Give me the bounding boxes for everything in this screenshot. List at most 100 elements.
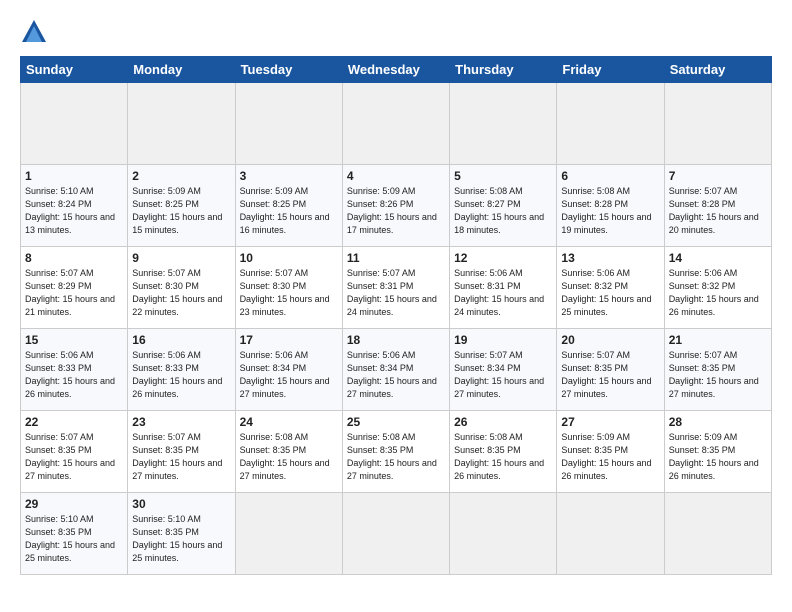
calendar-table: SundayMondayTuesdayWednesdayThursdayFrid… <box>20 56 772 575</box>
day-info: Sunrise: 5:07 AMSunset: 8:30 PMDaylight:… <box>240 267 338 319</box>
day-number: 7 <box>669 169 767 183</box>
day-info: Sunrise: 5:07 AMSunset: 8:28 PMDaylight:… <box>669 185 767 237</box>
calendar-cell: 22Sunrise: 5:07 AMSunset: 8:35 PMDayligh… <box>21 411 128 493</box>
day-info: Sunrise: 5:09 AMSunset: 8:35 PMDaylight:… <box>561 431 659 483</box>
calendar-cell: 10Sunrise: 5:07 AMSunset: 8:30 PMDayligh… <box>235 247 342 329</box>
day-info: Sunrise: 5:06 AMSunset: 8:33 PMDaylight:… <box>25 349 123 401</box>
calendar-cell: 21 Sunrise: 5:07 AMSunset: 8:35 PMDayligh… <box>664 329 771 411</box>
weekday-header-thursday: Thursday <box>450 57 557 83</box>
page: SundayMondayTuesdayWednesdayThursdayFrid… <box>0 0 792 612</box>
day-info: Sunrise: 5:10 AMSunset: 8:35 PMDaylight:… <box>132 513 230 565</box>
day-info: Sunrise: 5:09 AMSunset: 8:25 PMDaylight:… <box>132 185 230 237</box>
weekday-header-saturday: Saturday <box>664 57 771 83</box>
calendar-cell <box>128 83 235 165</box>
day-number: 29 <box>25 497 123 511</box>
calendar-week-4: 22 Sunrise: 5:07 AMSunset: 8:35 PMDayligh… <box>21 411 772 493</box>
day-info: Sunrise: 5:10 AMSunset: 8:35 PMDaylight:… <box>25 513 123 565</box>
logo <box>20 18 52 46</box>
day-info: Sunrise: 5:08 AMSunset: 8:28 PMDaylight:… <box>561 185 659 237</box>
calendar-cell: 26Sunrise: 5:08 AMSunset: 8:35 PMDayligh… <box>450 411 557 493</box>
day-info: Sunrise: 5:10 AMSunset: 8:24 PMDaylight:… <box>25 185 123 237</box>
day-number: 4 <box>347 169 445 183</box>
calendar-cell: 7 Sunrise: 5:07 AMSunset: 8:28 PMDaylight… <box>664 165 771 247</box>
calendar-cell <box>557 493 664 575</box>
day-number: 19 <box>454 333 552 347</box>
calendar-cell: 14Sunrise: 5:06 AMSunset: 8:32 PMDayligh… <box>664 247 771 329</box>
day-info: Sunrise: 5:07 AMSunset: 8:35 PMDaylight:… <box>669 349 767 401</box>
day-info: Sunrise: 5:08 AMSunset: 8:27 PMDaylight:… <box>454 185 552 237</box>
header <box>20 18 772 46</box>
calendar-cell: 25Sunrise: 5:08 AMSunset: 8:35 PMDayligh… <box>342 411 449 493</box>
calendar-cell <box>664 493 771 575</box>
day-info: Sunrise: 5:09 AMSunset: 8:26 PMDaylight:… <box>347 185 445 237</box>
day-number: 6 <box>561 169 659 183</box>
day-number: 9 <box>132 251 230 265</box>
day-info: Sunrise: 5:06 AMSunset: 8:32 PMDaylight:… <box>561 267 659 319</box>
day-info: Sunrise: 5:06 AMSunset: 8:34 PMDaylight:… <box>240 349 338 401</box>
calendar-cell: 9 Sunrise: 5:07 AMSunset: 8:30 PMDaylight… <box>128 247 235 329</box>
calendar-cell: 28 Sunrise: 5:09 AMSunset: 8:35 PMDayligh… <box>664 411 771 493</box>
calendar-cell: 5 Sunrise: 5:08 AMSunset: 8:27 PMDaylight… <box>450 165 557 247</box>
day-number: 17 <box>240 333 338 347</box>
calendar-cell: 8 Sunrise: 5:07 AMSunset: 8:29 PMDaylight… <box>21 247 128 329</box>
calendar-cell: 19 Sunrise: 5:07 AMSunset: 8:34 PMDayligh… <box>450 329 557 411</box>
calendar-cell: 1 Sunrise: 5:10 AMSunset: 8:24 PMDaylight… <box>21 165 128 247</box>
calendar-cell: 23Sunrise: 5:07 AMSunset: 8:35 PMDayligh… <box>128 411 235 493</box>
day-info: Sunrise: 5:06 AMSunset: 8:33 PMDaylight:… <box>132 349 230 401</box>
calendar-cell <box>664 83 771 165</box>
calendar-cell <box>235 493 342 575</box>
calendar-week-5: 29 Sunrise: 5:10 AMSunset: 8:35 PMDayligh… <box>21 493 772 575</box>
day-info: Sunrise: 5:06 AMSunset: 8:32 PMDaylight:… <box>669 267 767 319</box>
day-number: 13 <box>561 251 659 265</box>
calendar-cell: 20 Sunrise: 5:07 AMSunset: 8:35 PMDayligh… <box>557 329 664 411</box>
day-info: Sunrise: 5:07 AMSunset: 8:29 PMDaylight:… <box>25 267 123 319</box>
day-info: Sunrise: 5:09 AMSunset: 8:35 PMDaylight:… <box>669 431 767 483</box>
calendar-cell: 6 Sunrise: 5:08 AMSunset: 8:28 PMDaylight… <box>557 165 664 247</box>
weekday-header-wednesday: Wednesday <box>342 57 449 83</box>
calendar-cell: 18Sunrise: 5:06 AMSunset: 8:34 PMDayligh… <box>342 329 449 411</box>
calendar-week-2: 8 Sunrise: 5:07 AMSunset: 8:29 PMDaylight… <box>21 247 772 329</box>
calendar-cell: 4 Sunrise: 5:09 AMSunset: 8:26 PMDaylight… <box>342 165 449 247</box>
calendar-cell: 11Sunrise: 5:07 AMSunset: 8:31 PMDayligh… <box>342 247 449 329</box>
day-number: 11 <box>347 251 445 265</box>
day-number: 16 <box>132 333 230 347</box>
calendar-cell: 16 Sunrise: 5:06 AMSunset: 8:33 PMDayligh… <box>128 329 235 411</box>
calendar-cell <box>450 493 557 575</box>
day-number: 12 <box>454 251 552 265</box>
calendar-cell: 30 Sunrise: 5:10 AMSunset: 8:35 PMDayligh… <box>128 493 235 575</box>
calendar-cell: 3Sunrise: 5:09 AMSunset: 8:25 PMDaylight… <box>235 165 342 247</box>
day-info: Sunrise: 5:07 AMSunset: 8:35 PMDaylight:… <box>561 349 659 401</box>
calendar-cell <box>450 83 557 165</box>
day-number: 20 <box>561 333 659 347</box>
calendar-cell: 27Sunrise: 5:09 AMSunset: 8:35 PMDayligh… <box>557 411 664 493</box>
calendar-cell <box>557 83 664 165</box>
calendar-cell: 2 Sunrise: 5:09 AMSunset: 8:25 PMDaylight… <box>128 165 235 247</box>
day-info: Sunrise: 5:07 AMSunset: 8:34 PMDaylight:… <box>454 349 552 401</box>
day-number: 15 <box>25 333 123 347</box>
day-number: 24 <box>240 415 338 429</box>
day-info: Sunrise: 5:08 AMSunset: 8:35 PMDaylight:… <box>240 431 338 483</box>
calendar-cell <box>342 83 449 165</box>
day-info: Sunrise: 5:09 AMSunset: 8:25 PMDaylight:… <box>240 185 338 237</box>
calendar-cell: 24 Sunrise: 5:08 AMSunset: 8:35 PMDayligh… <box>235 411 342 493</box>
day-number: 1 <box>25 169 123 183</box>
day-number: 30 <box>132 497 230 511</box>
day-number: 8 <box>25 251 123 265</box>
logo-icon <box>20 18 48 46</box>
day-number: 28 <box>669 415 767 429</box>
calendar-cell: 12Sunrise: 5:06 AMSunset: 8:31 PMDayligh… <box>450 247 557 329</box>
day-number: 22 <box>25 415 123 429</box>
calendar-header-row: SundayMondayTuesdayWednesdayThursdayFrid… <box>21 57 772 83</box>
day-info: Sunrise: 5:08 AMSunset: 8:35 PMDaylight:… <box>347 431 445 483</box>
day-number: 2 <box>132 169 230 183</box>
weekday-header-monday: Monday <box>128 57 235 83</box>
day-info: Sunrise: 5:08 AMSunset: 8:35 PMDaylight:… <box>454 431 552 483</box>
calendar-cell: 13 Sunrise: 5:06 AMSunset: 8:32 PMDayligh… <box>557 247 664 329</box>
day-number: 21 <box>669 333 767 347</box>
day-info: Sunrise: 5:07 AMSunset: 8:35 PMDaylight:… <box>132 431 230 483</box>
weekday-header-tuesday: Tuesday <box>235 57 342 83</box>
day-info: Sunrise: 5:06 AMSunset: 8:34 PMDaylight:… <box>347 349 445 401</box>
day-info: Sunrise: 5:07 AMSunset: 8:30 PMDaylight:… <box>132 267 230 319</box>
weekday-header-friday: Friday <box>557 57 664 83</box>
day-number: 5 <box>454 169 552 183</box>
